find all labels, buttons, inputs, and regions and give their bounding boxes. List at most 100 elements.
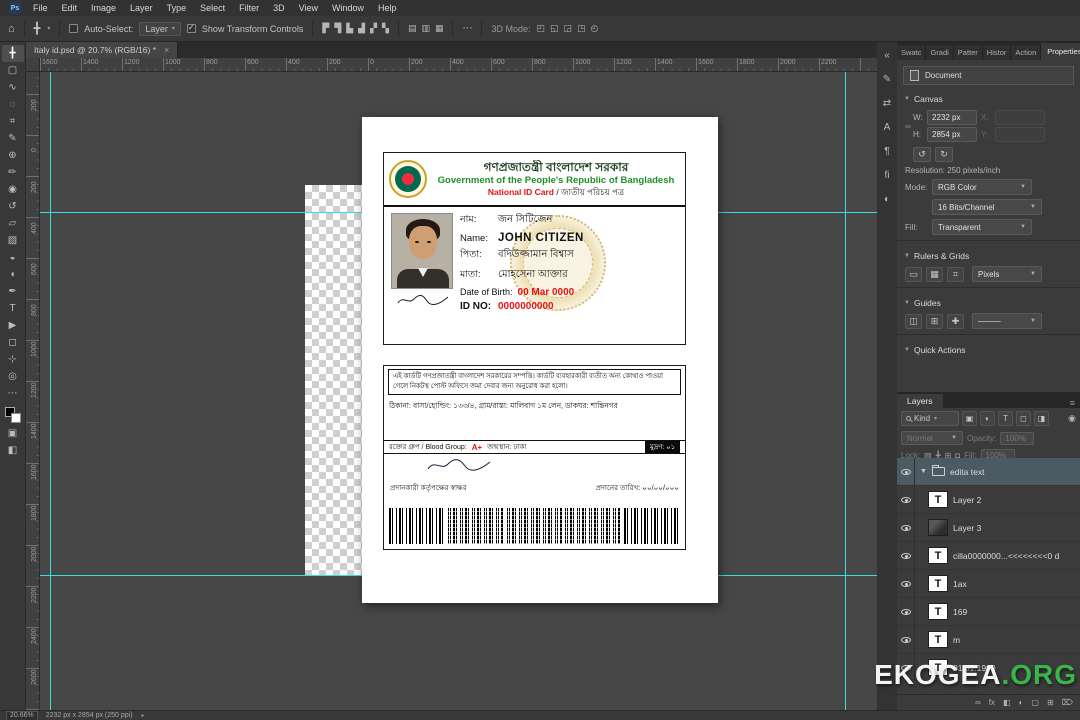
- guides-icon-1[interactable]: ⊞: [926, 313, 943, 329]
- canvas-fill-dropdown[interactable]: Transparent ▼: [932, 219, 1032, 235]
- ruler-units-dropdown[interactable]: Pixels ▼: [972, 266, 1042, 282]
- pen-tool[interactable]: ✒: [2, 283, 24, 300]
- close-icon[interactable]: ×: [164, 45, 169, 55]
- adjustment-layer-icon[interactable]: ◐: [1019, 698, 1024, 707]
- menu-layer[interactable]: Layer: [123, 0, 160, 16]
- rulers-grids-icon-1[interactable]: ▦: [926, 266, 943, 282]
- lasso-tool[interactable]: ∿: [2, 79, 24, 96]
- rulers-grids-section-header[interactable]: ▼ Rulers & Grids: [897, 246, 1080, 264]
- collapse-panels-icon[interactable]: «: [884, 50, 890, 61]
- layer-row[interactable]: Tm: [897, 626, 1080, 654]
- panel-tab-patter[interactable]: Patter: [953, 45, 983, 60]
- layer-row[interactable]: T Layer 2: [897, 486, 1080, 514]
- menu-view[interactable]: View: [292, 0, 325, 16]
- new-layer-icon[interactable]: ⊞: [1047, 698, 1054, 707]
- layer-row[interactable]: Tcilla0000000...<<<<<<<<0 d: [897, 542, 1080, 570]
- history-brush-tool[interactable]: ↺: [2, 198, 24, 215]
- menu-window[interactable]: Window: [325, 0, 371, 16]
- 3d-mode-icon-0[interactable]: ◰: [537, 23, 546, 34]
- zoom-level-input[interactable]: 20.66%: [6, 710, 38, 720]
- align-icon-4[interactable]: ▞: [370, 23, 377, 34]
- rulers-grids-icon-0[interactable]: ▭: [905, 266, 922, 282]
- 3d-mode-icon-2[interactable]: ◲: [564, 23, 573, 34]
- 3d-mode-icon-3[interactable]: ◳: [577, 23, 586, 34]
- more-options-icon[interactable]: ⋯: [462, 23, 472, 34]
- menu-help[interactable]: Help: [371, 0, 404, 16]
- guides-icon-2[interactable]: ✚: [947, 313, 964, 329]
- path-selection-tool[interactable]: ▶: [2, 317, 24, 334]
- auto-select-target-dropdown[interactable]: Layer ▾: [139, 21, 181, 36]
- distribute-icon-2[interactable]: ▦: [435, 23, 444, 34]
- zoom-tool[interactable]: ◎: [2, 368, 24, 385]
- quick-selection-tool[interactable]: ◌: [2, 96, 24, 113]
- delete-layer-icon[interactable]: ⌦: [1062, 698, 1073, 707]
- show-transform-checkbox[interactable]: [186, 23, 196, 33]
- layer-visibility-toggle[interactable]: [897, 542, 915, 569]
- 3d-mode-icon-1[interactable]: ◱: [550, 23, 559, 34]
- auto-select-checkbox[interactable]: [69, 24, 79, 33]
- gradient-tool[interactable]: ▨: [2, 232, 24, 249]
- vertical-guide[interactable]: [845, 72, 846, 710]
- quick-mask-tool[interactable]: ▣: [2, 425, 24, 442]
- rotate-canvas-left-button[interactable]: ↺: [913, 147, 931, 162]
- bit-depth-dropdown[interactable]: 16 Bits/Channel ▼: [932, 199, 1042, 215]
- panel-tab-properties[interactable]: Properties: [1041, 43, 1080, 60]
- panel-tab-gradi[interactable]: Gradi: [926, 45, 954, 60]
- menu-edit[interactable]: Edit: [55, 0, 85, 16]
- layer-group-icon[interactable]: ▢: [1031, 698, 1039, 707]
- layer-filter-icon-4[interactable]: ◨: [1034, 411, 1049, 426]
- more-tools[interactable]: ⋯: [2, 385, 24, 402]
- layer-row[interactable]: T 1ax: [897, 570, 1080, 598]
- layer-row[interactable]: ▼ edita text: [897, 458, 1080, 486]
- panel-tab-swatc[interactable]: Swatc: [897, 45, 927, 60]
- canvas-section-header[interactable]: ▼ Canvas: [897, 89, 1080, 107]
- chevron-down-icon[interactable]: ▼: [920, 468, 927, 475]
- color-mode-dropdown[interactable]: RGB Color ▼: [932, 179, 1032, 195]
- align-icon-2[interactable]: ▙: [346, 23, 353, 34]
- align-icon-1[interactable]: ▜: [334, 23, 341, 34]
- move-tool[interactable]: ╋: [1, 45, 24, 62]
- eyedropper-tool[interactable]: ✎: [2, 130, 24, 147]
- clone-stamp-tool[interactable]: ◉: [2, 181, 24, 198]
- layer-mask-icon[interactable]: ◧: [1003, 698, 1011, 707]
- filter-toggle-icon[interactable]: ◉: [1068, 413, 1076, 424]
- color-swatches[interactable]: [4, 407, 21, 423]
- dodge-tool[interactable]: ◖: [2, 266, 24, 283]
- layer-filter-icon-3[interactable]: ◻: [1016, 411, 1031, 426]
- quick-actions-section-header[interactable]: ▼ Quick Actions: [897, 340, 1080, 358]
- type-tool[interactable]: T: [2, 300, 24, 317]
- rulers-grids-icon-2[interactable]: ⌗: [947, 266, 964, 282]
- hand-tool[interactable]: ⊹: [2, 351, 24, 368]
- screen-mode-tool[interactable]: ◧: [2, 442, 24, 459]
- layer-effects-icon[interactable]: fx: [989, 698, 995, 707]
- eraser-tool[interactable]: ▱: [2, 215, 24, 232]
- width-input[interactable]: 2232 px: [927, 110, 977, 125]
- ruler-corner[interactable]: [26, 58, 40, 72]
- menu-3d[interactable]: 3D: [266, 0, 292, 16]
- healing-brush-tool[interactable]: ⊕: [2, 147, 24, 164]
- align-icon-0[interactable]: ▛: [322, 23, 329, 34]
- shape-tool[interactable]: ◻: [2, 334, 24, 351]
- layer-visibility-toggle[interactable]: [897, 514, 915, 541]
- layer-visibility-toggle[interactable]: [897, 458, 915, 485]
- layer-filter-icon-2[interactable]: T: [998, 411, 1013, 426]
- link-dimensions-icon[interactable]: ∞: [903, 108, 913, 144]
- glyphs-panel-icon[interactable]: ﬁ: [885, 170, 890, 181]
- panel-tab-histor[interactable]: Histor: [982, 45, 1012, 60]
- menu-image[interactable]: Image: [84, 0, 123, 16]
- distribute-icon-0[interactable]: ▤: [408, 23, 417, 34]
- clone-source-icon[interactable]: ⇄: [883, 98, 891, 109]
- layer-filter-icon-1[interactable]: ◐: [980, 411, 995, 426]
- height-input[interactable]: 2854 px: [927, 127, 977, 142]
- document-canvas[interactable]: গণপ্রজাতন্ত্রী বাংলাদেশ সরকার Government…: [362, 117, 718, 603]
- align-icon-5[interactable]: ▚: [382, 23, 389, 34]
- guides-icon-0[interactable]: ◫: [905, 313, 922, 329]
- background-color-swatch[interactable]: [10, 413, 21, 423]
- tab-layers[interactable]: Layers: [897, 394, 943, 408]
- menu-select[interactable]: Select: [193, 0, 232, 16]
- panel-menu-icon[interactable]: ≡: [1065, 398, 1080, 408]
- vertical-ruler[interactable]: 200 0 200 400 600 800 1000 1200 1400 1600 1800 2000…: [26, 72, 40, 710]
- chevron-right-icon[interactable]: ▸: [142, 712, 145, 719]
- current-tool-icon[interactable]: ╋: [34, 22, 41, 35]
- horizontal-ruler[interactable]: 1600 1400 1200 1000 800 600 400 200 0 200 400 600 80…: [40, 58, 877, 72]
